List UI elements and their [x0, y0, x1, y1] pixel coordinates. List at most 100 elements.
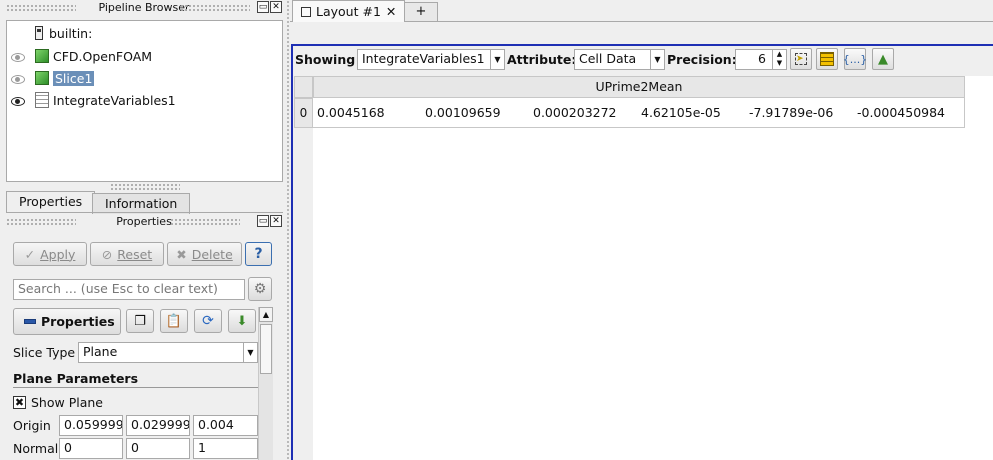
server-icon	[35, 26, 43, 40]
spin-buttons[interactable]: ▲ ▼	[772, 50, 786, 69]
pipeline-item-label: Slice1	[53, 70, 95, 86]
origin-x-input[interactable]: 0.0599999	[59, 415, 123, 436]
pipeline-item-integratevariables1[interactable]: IntegrateVariables1	[35, 90, 176, 110]
pipeline-dock-grip[interactable]	[6, 4, 76, 12]
eye-icon[interactable]	[11, 75, 25, 84]
table-corner	[294, 76, 313, 98]
export-icon: ▲	[878, 51, 888, 67]
table-cell[interactable]: 0.0045168	[317, 105, 385, 120]
origin-z-input[interactable]: 0.004	[193, 415, 258, 436]
show-plane-checkbox[interactable]: ✖	[13, 396, 26, 409]
row-divider	[313, 127, 965, 128]
table-cell[interactable]: 0.000203272	[533, 105, 617, 120]
section-divider	[13, 387, 258, 388]
pipeline-item-cfd-openfoam[interactable]: CFD.OpenFOAM	[35, 46, 152, 66]
help-button[interactable]: ?	[245, 242, 272, 266]
collapse-icon	[24, 319, 36, 324]
show-plane-label: Show Plane	[31, 395, 103, 410]
reset-icon: ⊘	[101, 246, 113, 262]
chevron-down-icon: ▼	[490, 50, 504, 69]
column-header-uprime2mean[interactable]: UPrime2Mean	[313, 76, 965, 98]
attribute-select[interactable]: Cell Data ▼	[574, 49, 665, 70]
row-header-gutter	[294, 128, 313, 460]
gear-icon: ⚙	[253, 281, 267, 297]
properties-scrollbar[interactable]: ▲	[258, 307, 273, 460]
toggle-column-visibility-button[interactable]	[816, 48, 838, 70]
export-spreadsheet-button[interactable]: ▲	[872, 48, 894, 70]
braces-icon: {...}	[842, 52, 868, 66]
table-icon	[820, 52, 834, 66]
normal-z-input[interactable]: 1	[193, 438, 258, 459]
undock-icon[interactable]: ▭	[257, 1, 269, 13]
spin-up-icon[interactable]: ▲	[773, 50, 786, 59]
delete-button[interactable]: ✖ Delete	[167, 242, 242, 266]
slice-type-label: Slice Type	[13, 345, 76, 360]
chevron-down-icon: ▼	[650, 50, 664, 69]
slice-type-select[interactable]: Plane ▼	[78, 342, 258, 363]
attribute-label: Attribute:	[507, 52, 577, 67]
tab-information[interactable]: Information	[92, 193, 191, 214]
table-cell[interactable]: 4.62105e-05	[641, 105, 721, 120]
help-icon: ?	[254, 246, 263, 262]
normal-y-input[interactable]: 0	[126, 438, 190, 459]
copy-button[interactable]: ❐	[126, 309, 154, 333]
toggle-selection-only-button[interactable]: ➤	[790, 48, 812, 70]
pipeline-dock-grip-right[interactable]	[180, 4, 250, 12]
table-cell[interactable]: -7.91789e-06	[749, 105, 833, 120]
close-icon[interactable]: ✕	[270, 215, 282, 227]
table-cell[interactable]: -0.000450984	[857, 105, 945, 120]
select-cursor-icon: ➤	[795, 53, 807, 65]
pipeline-item-label: IntegrateVariables1	[53, 92, 176, 108]
search-input[interactable]: Search ... (use Esc to clear text)	[13, 279, 245, 300]
normal-label: Normal	[13, 441, 59, 456]
pipeline-item-builtin[interactable]: builtin:	[35, 23, 92, 43]
close-tab-icon[interactable]: ✕	[386, 4, 396, 19]
copy-icon: ❐	[134, 313, 146, 329]
toggle-field-data-button[interactable]: {...}	[842, 48, 868, 70]
refresh-icon: ⟳	[202, 313, 214, 329]
chevron-down-icon: ▼	[243, 343, 257, 362]
normal-x-input[interactable]: 0	[59, 438, 123, 459]
row-header[interactable]: 0	[294, 98, 313, 128]
apply-button[interactable]: ✓ Apply	[13, 242, 87, 266]
save-icon: ⬇	[236, 313, 248, 329]
precision-label: Precision:	[667, 52, 737, 67]
cube-icon	[35, 49, 49, 63]
tab-properties[interactable]: Properties	[6, 191, 96, 213]
cube-icon	[35, 71, 49, 85]
eye-icon[interactable]	[11, 53, 25, 62]
splitter-grip[interactable]	[110, 183, 180, 191]
pipeline-item-slice1[interactable]: Slice1	[35, 68, 95, 88]
properties-dock-grip[interactable]	[6, 218, 76, 226]
spin-down-icon[interactable]: ▼	[773, 59, 786, 68]
paste-icon: 📋	[165, 313, 183, 329]
dock-splitter[interactable]	[286, 0, 290, 460]
paste-button[interactable]: 📋	[160, 309, 188, 333]
delete-icon: ✖	[176, 246, 187, 262]
showing-select[interactable]: IntegrateVariables1 ▼	[357, 49, 505, 70]
apply-icon: ✓	[24, 246, 36, 262]
reset-button[interactable]: ⊘ Reset	[90, 242, 164, 266]
spreadsheet-icon	[35, 92, 49, 108]
scroll-up-icon[interactable]: ▲	[259, 307, 273, 322]
pipeline-tree[interactable]: builtin: CFD.OpenFOAM Slice1 IntegrateVa…	[6, 20, 283, 182]
add-layout-tab[interactable]: +	[404, 2, 438, 21]
save-defaults-button[interactable]: ⬇	[228, 309, 256, 333]
undock-icon[interactable]: ▭	[257, 215, 269, 227]
pipeline-item-label: builtin:	[49, 25, 93, 41]
close-icon[interactable]: ✕	[270, 1, 282, 13]
tab-underline	[6, 212, 283, 213]
spreadsheet-table[interactable]: UPrime2Mean 0 0.0045168 0.00109659 0.000…	[294, 76, 993, 460]
refresh-button[interactable]: ⟳	[194, 309, 222, 333]
properties-dock-grip-right[interactable]	[170, 218, 240, 226]
properties-section-button[interactable]: Properties	[13, 308, 121, 335]
layout-icon	[301, 6, 311, 17]
table-cell[interactable]: 0.00109659	[425, 105, 501, 120]
eye-icon[interactable]	[11, 97, 25, 106]
tab-layout-1[interactable]: Layout #1 ✕	[292, 0, 406, 22]
advanced-settings-button[interactable]: ⚙	[248, 277, 272, 301]
plane-parameters-heading: Plane Parameters	[13, 371, 139, 386]
scroll-thumb[interactable]	[260, 324, 272, 374]
showing-label: Showing	[295, 52, 356, 67]
origin-y-input[interactable]: 0.0299999	[126, 415, 190, 436]
